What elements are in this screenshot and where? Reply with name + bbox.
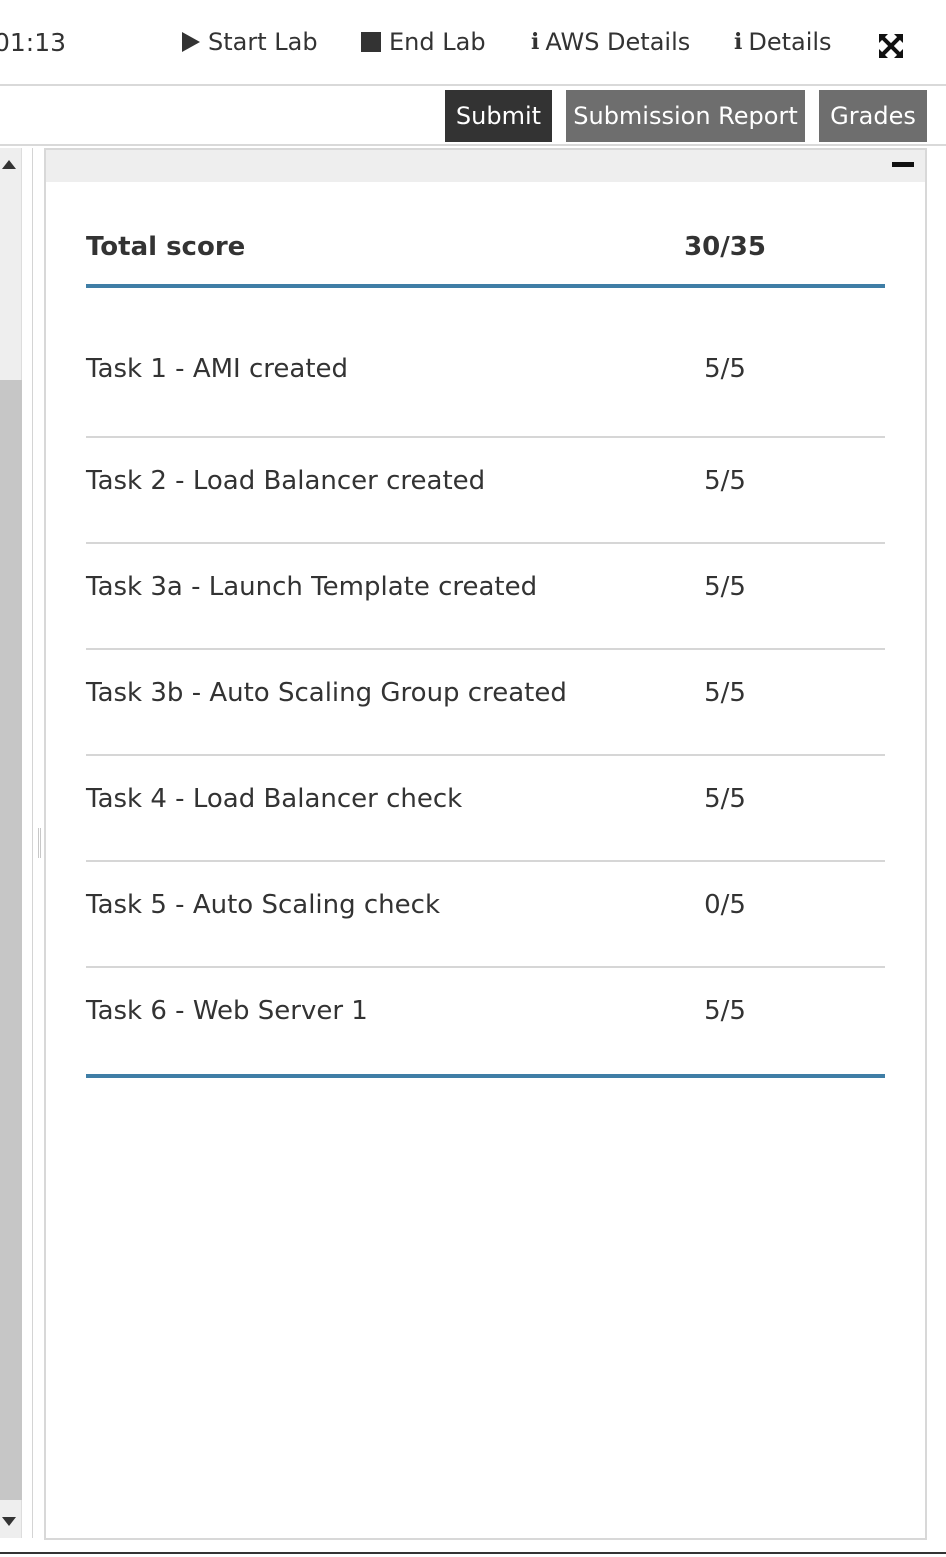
end-lab-button[interactable]: End Lab	[361, 28, 486, 56]
submit-button[interactable]: Submit	[445, 90, 552, 142]
stop-icon	[361, 32, 381, 52]
scroll-up-arrow-icon[interactable]	[2, 160, 16, 169]
left-scrollbar[interactable]	[0, 148, 22, 1538]
task-label: Task 5 - Auto Scaling check	[86, 890, 441, 920]
action-bar: Submit Submission Report Grades	[0, 88, 946, 146]
table-row: Task 1 - AMI created 5/5	[86, 288, 885, 438]
end-lab-label: End Lab	[389, 28, 486, 56]
details-label: Details	[748, 28, 832, 56]
task-score: 5/5	[704, 784, 746, 814]
resize-handle[interactable]	[38, 828, 41, 858]
table-row: Task 2 - Load Balancer created 5/5	[86, 438, 885, 544]
info-icon: i	[531, 29, 540, 55]
bottom-border	[0, 1552, 946, 1554]
table-row: Task 6 - Web Server 1 5/5	[86, 968, 885, 1074]
start-lab-button[interactable]: Start Lab	[182, 28, 318, 56]
details-button[interactable]: i Details	[734, 28, 832, 56]
expand-icon[interactable]	[878, 33, 904, 59]
task-label: Task 3a - Launch Template created	[86, 572, 538, 602]
task-score: 5/5	[704, 466, 746, 496]
task-label: Task 6 - Web Server 1	[86, 996, 368, 1026]
task-score: 5/5	[704, 572, 746, 602]
pane-divider	[32, 148, 33, 1538]
task-score: 0/5	[704, 890, 746, 920]
aws-details-label: AWS Details	[545, 28, 691, 56]
task-score: 5/5	[704, 678, 746, 708]
scrollbar-thumb[interactable]	[0, 380, 22, 1500]
lab-toolbar: 01:13 Start Lab End Lab i AWS Details i …	[0, 0, 946, 86]
session-timer: 01:13	[0, 28, 67, 57]
task-score: 5/5	[704, 354, 746, 384]
aws-details-button[interactable]: i AWS Details	[531, 28, 690, 56]
total-score-value: 30/35	[684, 232, 766, 262]
task-label: Task 3b - Auto Scaling Group created	[86, 678, 567, 708]
table-row: Task 3b - Auto Scaling Group created 5/5	[86, 650, 885, 756]
task-label: Task 1 - AMI created	[86, 354, 349, 384]
submission-report-button[interactable]: Submission Report	[566, 90, 805, 142]
total-score-row: Total score 30/35	[86, 220, 885, 288]
grades-button[interactable]: Grades	[819, 90, 927, 142]
task-score: 5/5	[704, 996, 746, 1026]
grades-panel: Total score 30/35 Task 1 - AMI created 5…	[44, 148, 927, 1540]
panel-header	[46, 150, 925, 182]
table-bottom-rule	[86, 1074, 885, 1078]
score-table: Total score 30/35 Task 1 - AMI created 5…	[86, 220, 885, 1078]
play-icon	[182, 32, 200, 52]
info-icon: i	[734, 29, 743, 55]
table-row: Task 5 - Auto Scaling check 0/5	[86, 862, 885, 968]
table-row: Task 3a - Launch Template created 5/5	[86, 544, 885, 650]
total-score-label: Total score	[86, 232, 246, 262]
task-label: Task 4 - Load Balancer check	[86, 784, 463, 814]
table-row: Task 4 - Load Balancer check 5/5	[86, 756, 885, 862]
start-lab-label: Start Lab	[208, 28, 318, 56]
task-label: Task 2 - Load Balancer created	[86, 466, 486, 496]
minimize-icon[interactable]	[892, 162, 914, 167]
scroll-down-arrow-icon[interactable]	[2, 1517, 16, 1526]
